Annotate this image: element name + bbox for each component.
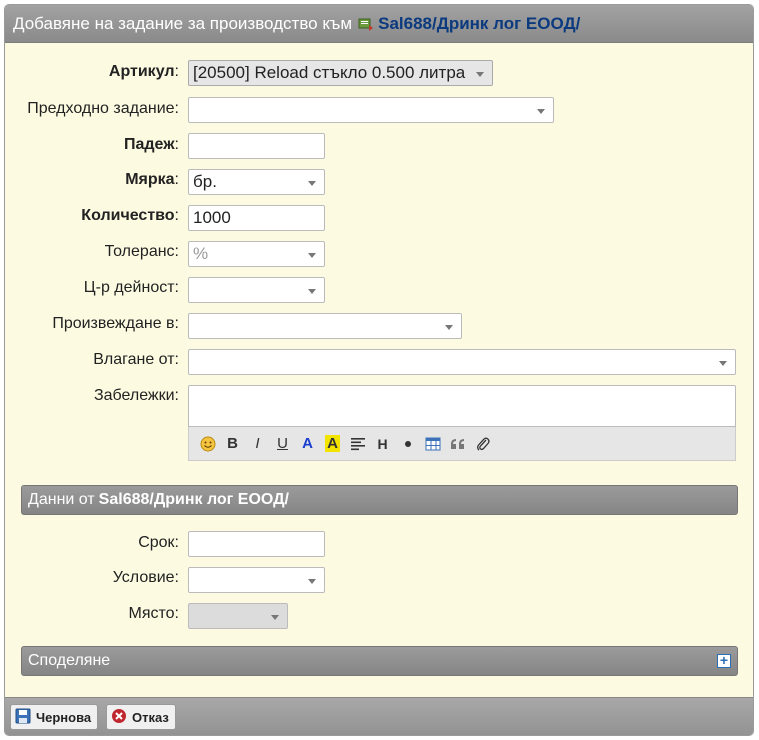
input-from-select[interactable] <box>188 349 736 375</box>
save-icon <box>15 708 31 727</box>
dialog-title: Добавяне на задание за производство към <box>13 13 353 33</box>
bullet-icon[interactable] <box>395 432 420 456</box>
expiry-label: Падеж: <box>123 136 179 153</box>
quantity-value: 1000 <box>193 208 231 227</box>
deadline-input[interactable] <box>188 531 325 557</box>
activity-center-select[interactable] <box>188 277 325 303</box>
input-from-label: Влагане от: <box>93 351 179 368</box>
cancel-button[interactable]: Отказ <box>106 704 176 730</box>
unit-value: бр. <box>193 172 217 191</box>
company-link[interactable]: Sal688/Дринк лог ЕООД/ <box>378 14 580 34</box>
dialog-title-bar: Добавяне на задание за производство към … <box>5 5 753 43</box>
unit-label: Мярка: <box>125 171 179 188</box>
deadline-label: Срок: <box>138 534 179 551</box>
article-select[interactable]: [20500] Reload стъкло 0.500 литра <box>188 60 493 86</box>
produce-in-label: Произвеждане в: <box>52 315 179 332</box>
section-sharing-header[interactable]: Споделяне + <box>21 646 738 676</box>
table-icon[interactable] <box>420 432 445 456</box>
attach-icon[interactable] <box>470 432 495 456</box>
cancel-icon <box>111 708 127 727</box>
quantity-label: Количество: <box>81 207 179 224</box>
previous-task-select[interactable] <box>188 97 554 123</box>
dialog-window: Добавяне на задание за производство към … <box>4 4 754 736</box>
notes-label: Забележки: <box>93 387 179 404</box>
text-color-button[interactable]: A <box>295 432 320 456</box>
italic-button[interactable]: I <box>245 432 270 456</box>
expand-plus-icon[interactable]: + <box>717 653 731 668</box>
highlight-label: A <box>325 435 340 452</box>
previous-task-label: Предходно задание: <box>27 100 179 117</box>
notes-textarea[interactable] <box>188 385 736 427</box>
activity-center-label: Ц-р дейност: <box>83 279 179 296</box>
sharing-label: Споделяне <box>28 652 111 669</box>
condition-select[interactable] <box>188 567 325 593</box>
article-label: Артикул: <box>108 63 179 80</box>
dialog-footer: Чернова Отказ <box>5 697 753 735</box>
section-data-company: Sal688/Дринк лог ЕООД/ <box>98 491 289 508</box>
underline-button[interactable]: U <box>270 432 295 456</box>
bold-button[interactable]: B <box>220 432 245 456</box>
quote-icon[interactable] <box>445 432 470 456</box>
tolerance-label: Толеранс: <box>104 243 179 260</box>
tolerance-placeholder: % <box>193 244 209 263</box>
unit-select[interactable]: бр. <box>188 169 325 195</box>
editor-toolbar: B I U A A H <box>188 427 736 461</box>
expiry-input[interactable] <box>188 133 325 159</box>
draft-label: Чернова <box>36 709 92 725</box>
produce-in-select[interactable] <box>188 313 462 339</box>
heading-button[interactable]: H <box>370 432 395 456</box>
highlight-button[interactable]: A <box>320 432 345 456</box>
draft-button[interactable]: Чернова <box>10 704 99 730</box>
emoji-icon[interactable] <box>195 432 220 456</box>
place-label: Място: <box>128 605 180 622</box>
section-data-prefix: Данни от <box>28 491 95 508</box>
cancel-label: Отказ <box>132 709 169 725</box>
article-value: [20500] Reload стъкло 0.500 литра <box>193 63 466 82</box>
condition-label: Условие: <box>112 569 179 586</box>
section-data-header: Данни от Sal688/Дринк лог ЕООД/ <box>21 485 738 515</box>
company-icon <box>358 16 374 32</box>
tolerance-select[interactable]: % <box>188 241 325 267</box>
place-select[interactable] <box>188 603 288 629</box>
align-icon[interactable] <box>345 432 370 456</box>
quantity-input[interactable]: 1000 <box>188 205 325 231</box>
